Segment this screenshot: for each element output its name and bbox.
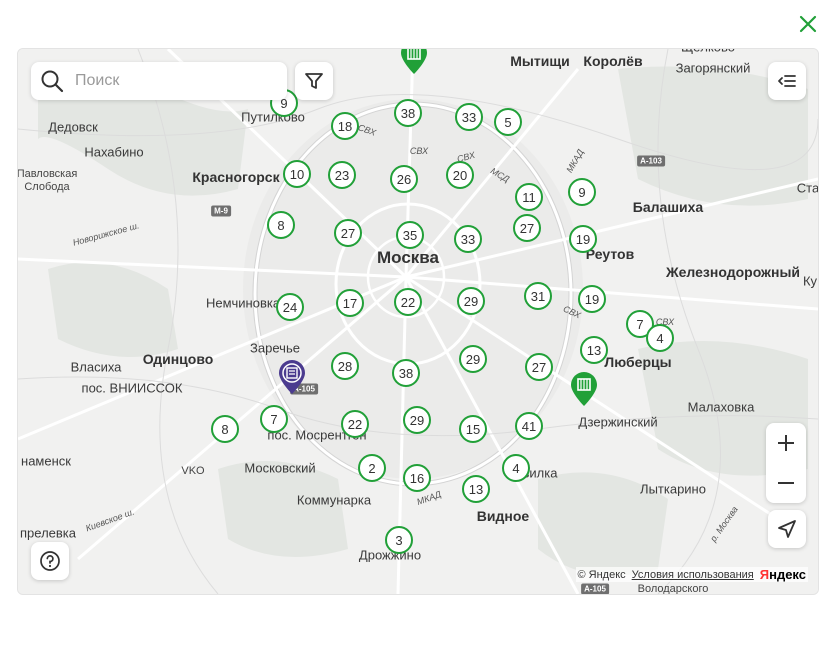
- cluster-marker[interactable]: 27: [513, 214, 541, 242]
- cluster-marker[interactable]: 27: [525, 353, 553, 381]
- close-icon: [799, 15, 817, 33]
- help-button[interactable]: [31, 542, 69, 580]
- zoom-in-button[interactable]: [766, 423, 806, 463]
- document-pin-icon: [279, 360, 305, 394]
- cluster-marker[interactable]: 13: [580, 336, 608, 364]
- plus-icon: [778, 435, 794, 451]
- search-icon: [41, 70, 64, 93]
- cluster-marker[interactable]: 29: [459, 345, 487, 373]
- copyright-text: © Яндекс: [577, 568, 626, 581]
- cluster-marker[interactable]: 19: [569, 225, 597, 253]
- cluster-marker[interactable]: 23: [328, 161, 356, 189]
- office-pin[interactable]: [399, 49, 429, 80]
- list-view-button[interactable]: [768, 62, 806, 100]
- building-pin-icon: [571, 372, 597, 406]
- map-base: [18, 49, 818, 594]
- close-button[interactable]: [796, 12, 820, 36]
- zoom-control: [766, 423, 806, 503]
- navigation-arrow-icon: [778, 520, 796, 538]
- cluster-marker[interactable]: 31: [524, 282, 552, 310]
- cluster-marker[interactable]: 17: [336, 289, 364, 317]
- filter-button[interactable]: [295, 62, 333, 100]
- search-box[interactable]: [31, 62, 287, 100]
- zoom-out-button[interactable]: [766, 463, 806, 503]
- cluster-marker[interactable]: 15: [459, 415, 487, 443]
- terms-link[interactable]: Условия использования: [632, 569, 754, 581]
- cluster-marker[interactable]: 22: [394, 288, 422, 316]
- cluster-marker[interactable]: 28: [331, 352, 359, 380]
- cluster-marker[interactable]: 2: [358, 454, 386, 482]
- cluster-marker[interactable]: 26: [390, 165, 418, 193]
- cluster-marker[interactable]: 4: [646, 324, 674, 352]
- yandex-logo: Яндекс: [759, 567, 806, 582]
- building-pin-icon: [401, 49, 427, 74]
- cluster-marker[interactable]: 18: [331, 112, 359, 140]
- cluster-marker[interactable]: 16: [403, 464, 431, 492]
- cluster-marker[interactable]: 35: [396, 221, 424, 249]
- cluster-marker[interactable]: 3: [385, 526, 413, 554]
- cluster-marker[interactable]: 38: [392, 359, 420, 387]
- cluster-marker[interactable]: 8: [211, 415, 239, 443]
- search-input[interactable]: [73, 71, 277, 91]
- cluster-marker[interactable]: 33: [454, 225, 482, 253]
- cluster-marker[interactable]: 9: [568, 178, 596, 206]
- cluster-marker[interactable]: 38: [394, 99, 422, 127]
- map-copyright: © Яндекс Условия использования Яндекс: [575, 567, 808, 582]
- cluster-marker[interactable]: 24: [276, 293, 304, 321]
- cluster-marker[interactable]: 29: [457, 287, 485, 315]
- cluster-marker[interactable]: 41: [515, 412, 543, 440]
- cluster-marker[interactable]: 19: [578, 285, 606, 313]
- cluster-marker[interactable]: 20: [446, 161, 474, 189]
- geolocate-button[interactable]: [768, 510, 806, 548]
- cluster-marker[interactable]: 10: [283, 160, 311, 188]
- cluster-marker[interactable]: 8: [267, 211, 295, 239]
- cluster-marker[interactable]: 7: [260, 405, 288, 433]
- cluster-marker[interactable]: 29: [403, 406, 431, 434]
- cluster-marker[interactable]: 22: [341, 410, 369, 438]
- cluster-marker[interactable]: 11: [515, 183, 543, 211]
- cluster-marker[interactable]: 5: [494, 108, 522, 136]
- map-modal: МытищиКоролёвЩёлковоЗагорянскийПутилково…: [0, 0, 834, 659]
- selected-location-pin[interactable]: [277, 359, 307, 400]
- help-icon: [40, 551, 60, 571]
- cluster-marker[interactable]: 27: [334, 219, 362, 247]
- office-pin[interactable]: [569, 371, 599, 412]
- cluster-marker[interactable]: 4: [502, 454, 530, 482]
- cluster-marker[interactable]: 13: [462, 475, 490, 503]
- cluster-marker[interactable]: 33: [455, 103, 483, 131]
- minus-icon: [778, 482, 794, 484]
- map-view[interactable]: МытищиКоролёвЩёлковоЗагорянскийПутилково…: [17, 48, 819, 595]
- filter-icon: [305, 73, 323, 89]
- list-collapse-icon: [778, 75, 796, 87]
